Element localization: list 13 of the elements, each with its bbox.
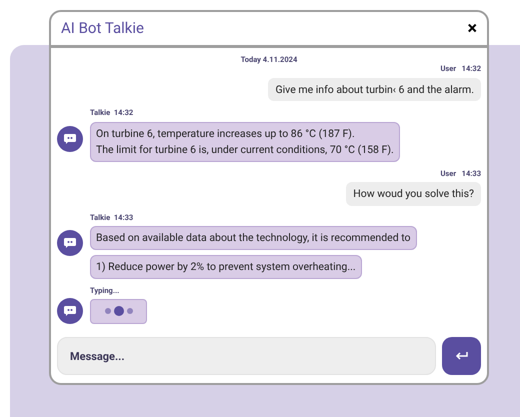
bot-avatar-icon (57, 298, 83, 324)
window-title: AI Bot Talkie (61, 18, 144, 40)
bot-message-bubble: 1) Reduce power by 2% to prevent system overheating... (90, 254, 362, 279)
user-message-bubble: How woud you solve this? (346, 182, 481, 206)
bot-avatar-icon (57, 230, 83, 256)
close-button[interactable]: × (467, 20, 477, 38)
enter-arrow-icon (454, 351, 468, 361)
bot-avatar-icon (57, 126, 83, 152)
send-button[interactable] (442, 337, 481, 375)
user-message-bubble: Give me info about turbin‹ 6 and the alarm. (268, 78, 481, 102)
bot-message-bubble: On turbine 6, temperature increases up to 86 °C (187 F). The limit for turbine 6 is, under current conditions, 70 °C (158 F). (90, 122, 400, 162)
message-input[interactable]: Message... (57, 337, 436, 375)
bot-message-bubble: Based on available data about the technology, it is recommended to (90, 226, 417, 250)
